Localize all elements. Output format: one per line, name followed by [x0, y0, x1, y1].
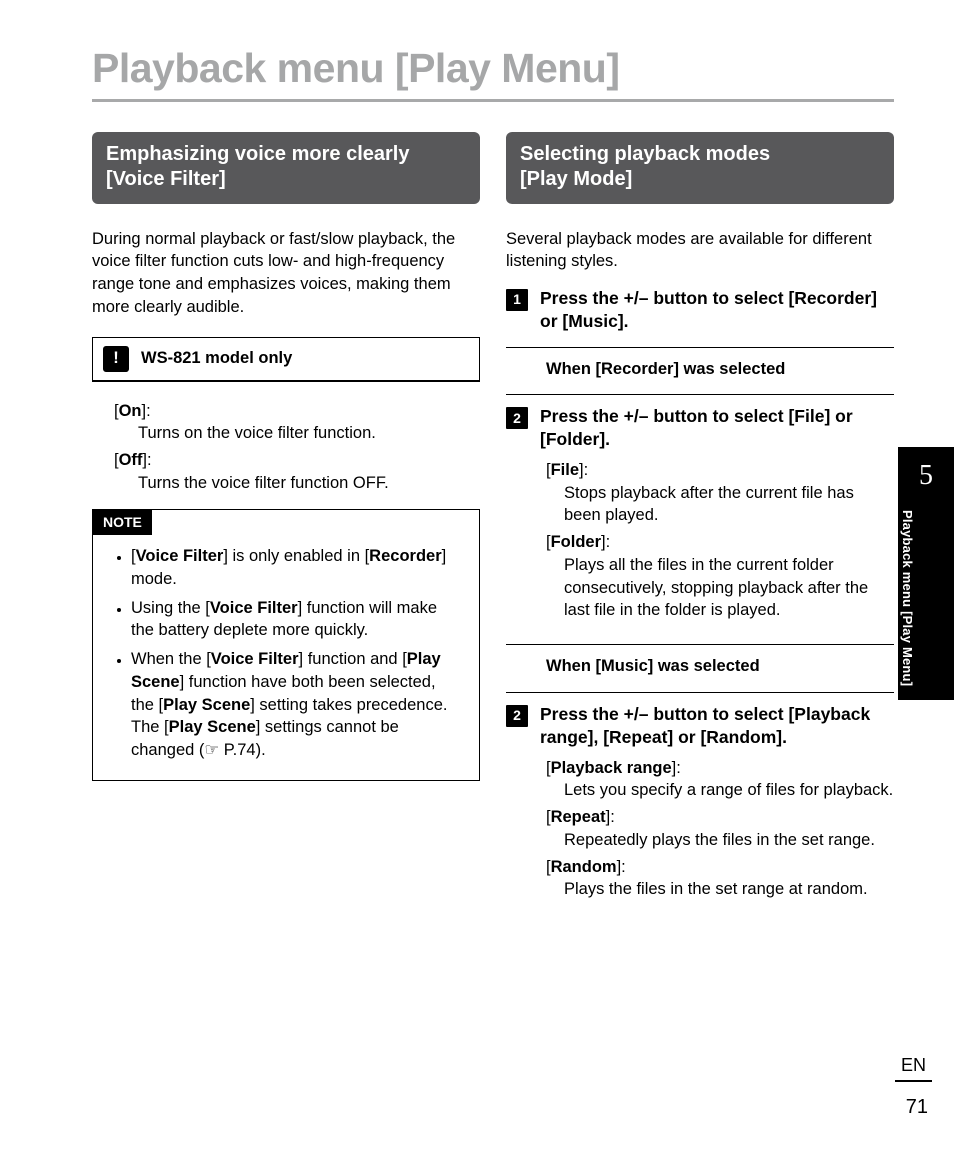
- callout-title: WS-821 model only: [141, 347, 292, 370]
- note-box: NOTE [Voice Filter] is only enabled in […: [92, 509, 480, 781]
- option-desc: Turns the voice filter function OFF.: [114, 472, 480, 495]
- step-number-badge: 2: [506, 705, 528, 727]
- option-desc: Stops playback after the current file ha…: [546, 482, 894, 528]
- step-2-music: 2 Press the +/– button to select [Playba…: [506, 703, 894, 749]
- option-desc: Turns on the voice filter function.: [114, 422, 480, 445]
- divider: [506, 347, 894, 348]
- step-2-recorder: 2 Press the +/– button to select [File] …: [506, 405, 894, 451]
- divider: [506, 644, 894, 645]
- option-item: [Folder]: Plays all the files in the cur…: [546, 531, 894, 622]
- callout-header: ! WS-821 model only: [93, 338, 479, 381]
- right-column: Selecting playback modes [Play Mode] Sev…: [506, 132, 894, 906]
- option-item: [Random]: Plays the files in the set ran…: [546, 856, 894, 902]
- option-desc: Plays all the files in the current folde…: [546, 554, 894, 622]
- alert-icon: !: [103, 346, 129, 372]
- chapter-label: Playback menu [Play Menu]: [898, 510, 916, 686]
- option-desc: Lets you specify a range of files for pl…: [546, 779, 894, 802]
- note-item: [Voice Filter] is only enabled in [Recor…: [131, 545, 463, 591]
- note-item: Using the [Voice Filter] function will m…: [131, 597, 463, 643]
- left-column: Emphasizing voice more clearly [Voice Fi…: [92, 132, 480, 906]
- page-number: 71: [906, 1094, 928, 1122]
- divider: [506, 692, 894, 693]
- note-body: [Voice Filter] is only enabled in [Recor…: [93, 535, 479, 780]
- subheading-recorder: When [Recorder] was selected: [506, 358, 894, 381]
- step-text: Press the +/– button to select [Recorder…: [540, 287, 894, 333]
- option-item: [File]: Stops playback after the current…: [546, 459, 894, 527]
- music-options: [Playback range]: Lets you specify a ran…: [506, 757, 894, 902]
- section-heading-voice-filter: Emphasizing voice more clearly [Voice Fi…: [92, 132, 480, 204]
- section-line: [Play Mode]: [520, 167, 880, 192]
- option-item: [On]: Turns on the voice filter function…: [114, 400, 480, 446]
- section-line: [Voice Filter]: [106, 167, 466, 192]
- side-tab: 5 Playback menu [Play Menu]: [898, 447, 954, 700]
- step-1: 1 Press the +/– button to select [Record…: [506, 287, 894, 333]
- option-item: [Repeat]: Repeatedly plays the files in …: [546, 806, 894, 852]
- content-columns: Emphasizing voice more clearly [Voice Fi…: [92, 132, 894, 906]
- option-item: [Playback range]: Lets you specify a ran…: [546, 757, 894, 803]
- section-line: Selecting playback modes: [520, 142, 880, 167]
- section-heading-play-mode: Selecting playback modes [Play Mode]: [506, 132, 894, 204]
- section-line: Emphasizing voice more clearly: [106, 142, 466, 167]
- chapter-tab: 5 Playback menu [Play Menu]: [898, 447, 954, 700]
- step-text: Press the +/– button to select [File] or…: [540, 405, 894, 451]
- intro-paragraph: Several playback modes are available for…: [506, 228, 894, 274]
- language-indicator: EN: [895, 1053, 932, 1082]
- option-desc: Repeatedly plays the files in the set ra…: [546, 829, 894, 852]
- recorder-options: [File]: Stops playback after the current…: [506, 459, 894, 622]
- step-text: Press the +/– button to select [Playback…: [540, 703, 894, 749]
- divider: [506, 394, 894, 395]
- option-list: [On]: Turns on the voice filter function…: [92, 400, 480, 495]
- step-number-badge: 2: [506, 407, 528, 429]
- note-heading: NOTE: [93, 510, 152, 535]
- step-number-badge: 1: [506, 289, 528, 311]
- option-label: [On]:: [114, 402, 151, 420]
- option-desc: Plays the files in the set range at rand…: [546, 878, 894, 901]
- option-label: [Off]:: [114, 451, 152, 469]
- intro-paragraph: During normal playback or fast/slow play…: [92, 228, 480, 319]
- chapter-number: 5: [898, 457, 954, 496]
- option-item: [Off]: Turns the voice filter function O…: [114, 449, 480, 495]
- page-title: Playback menu [Play Menu]: [92, 40, 894, 102]
- note-item: When the [Voice Filter] function and [Pl…: [131, 648, 463, 762]
- subheading-music: When [Music] was selected: [506, 655, 894, 678]
- model-callout: ! WS-821 model only: [92, 337, 480, 382]
